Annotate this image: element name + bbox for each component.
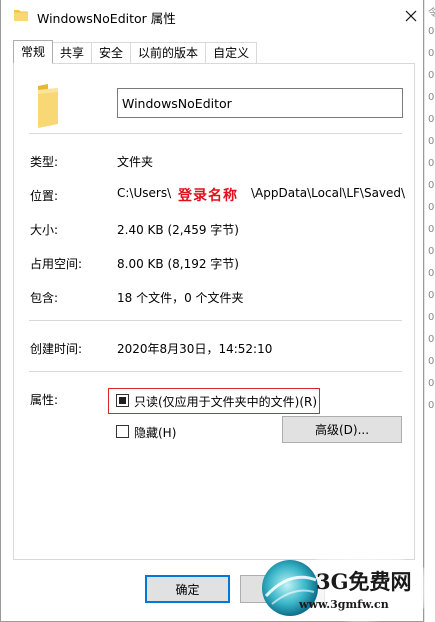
location-label: 位置: <box>30 189 59 203</box>
created-value: 2020年8月30日，14:52:10 <box>117 342 273 356</box>
title-bar[interactable]: WindowsNoEditor 属性 <box>1 0 423 32</box>
background-text-fragment: 0 <box>428 246 435 257</box>
hidden-label[interactable]: 隐藏(H) <box>134 424 176 441</box>
watermark-url: www.3gmfw.cn <box>299 598 389 611</box>
type-value: 文件夹 <box>117 155 154 169</box>
background-text-fragment: 0 <box>428 26 435 37</box>
type-label: 类型: <box>30 155 59 169</box>
background-text-fragment: 0 <box>428 290 435 301</box>
hidden-checkbox[interactable] <box>116 425 129 438</box>
background-window-strip: 令 0 0 0 0 0 0 0 0 0 0 0 0 0 0 0 0 0 0 <box>424 0 435 622</box>
advanced-button[interactable]: 高级(D)... <box>282 416 402 443</box>
attributes-label: 属性: <box>30 393 59 407</box>
background-text-fragment: 0 <box>428 114 435 125</box>
background-text-fragment: 0 <box>428 400 435 411</box>
close-button[interactable] <box>399 4 423 28</box>
background-text-fragment: 0 <box>428 312 435 323</box>
background-text-fragment: 0 <box>428 92 435 103</box>
size-on-disk-value: 8.00 KB (8,192 字节) <box>117 257 239 271</box>
background-text-fragment: 令 <box>428 8 435 19</box>
ok-button[interactable]: 确定 <box>145 575 230 603</box>
location-redaction-overlay: 登录名称 <box>178 188 238 204</box>
background-text-fragment: 0 <box>428 70 435 81</box>
background-text-fragment: 0 <box>428 378 435 389</box>
background-text-fragment: 0 <box>428 158 435 169</box>
readonly-checkbox[interactable] <box>116 394 129 407</box>
size-on-disk-label: 占用空间: <box>30 257 83 271</box>
created-label: 创建时间: <box>30 342 83 356</box>
separator <box>29 320 402 321</box>
folder-name-input[interactable] <box>117 88 403 118</box>
size-label: 大小: <box>30 223 59 237</box>
tab-sharing[interactable]: 共享 <box>53 42 93 64</box>
contains-label: 包含: <box>30 291 59 305</box>
window-title: WindowsNoEditor 属性 <box>37 11 176 26</box>
watermark-text: 3G免费网 <box>316 569 412 594</box>
tab-strip: 常规 共享 安全 以前的版本 自定义 <box>13 40 258 64</box>
location-value-suffix: \AppData\Local\LF\Saved\ <box>251 186 406 200</box>
background-text-fragment: 0 <box>428 202 435 213</box>
background-text-fragment: 0 <box>428 224 435 235</box>
location-value-prefix: C:\Users\ <box>117 186 172 200</box>
tab-security[interactable]: 安全 <box>92 42 132 64</box>
tab-customize[interactable]: 自定义 <box>206 42 258 64</box>
readonly-label[interactable]: 只读(仅应用于文件夹中的文件)(R) <box>134 393 317 410</box>
tab-previous-versions[interactable]: 以前的版本 <box>131 42 207 64</box>
folder-icon <box>14 10 28 21</box>
contains-value: 18 个文件，0 个文件夹 <box>117 291 244 305</box>
separator <box>29 371 402 372</box>
large-folder-icon <box>38 84 58 128</box>
background-text-fragment: 0 <box>428 268 435 279</box>
background-text-fragment: 0 <box>428 48 435 59</box>
tab-general[interactable]: 常规 <box>13 40 54 64</box>
general-tab-panel <box>13 63 415 560</box>
background-text-fragment: 0 <box>428 356 435 367</box>
close-icon <box>405 10 417 22</box>
background-text-fragment: 0 <box>428 180 435 191</box>
size-value: 2.40 KB (2,459 字节) <box>117 223 239 237</box>
background-text-fragment: 0 <box>428 136 435 147</box>
separator <box>29 133 402 134</box>
background-text-fragment: 0 <box>428 334 435 345</box>
